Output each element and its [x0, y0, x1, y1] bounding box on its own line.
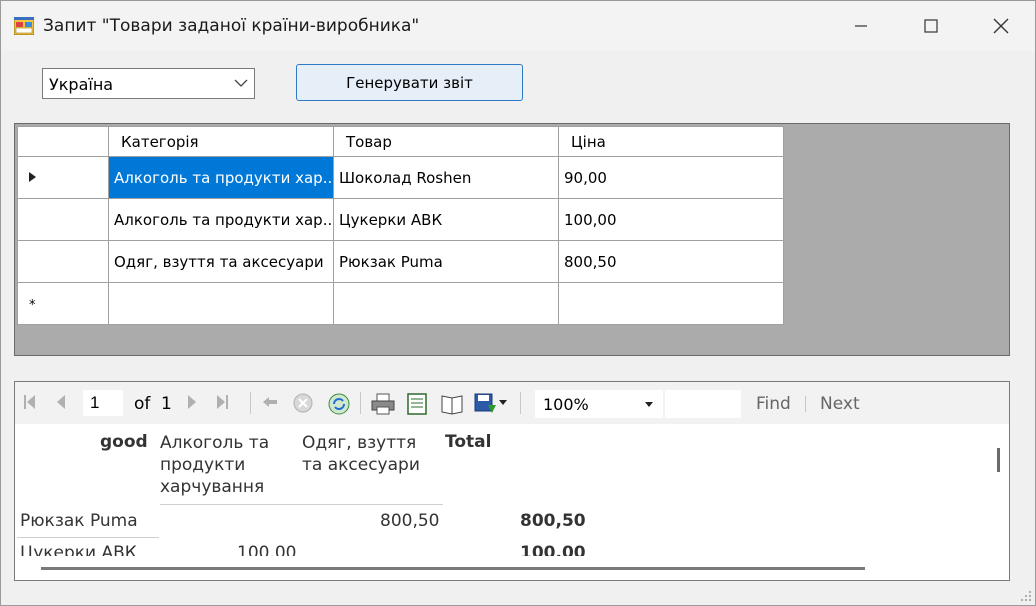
- first-page-icon[interactable]: [23, 393, 37, 411]
- next-page-icon[interactable]: [186, 393, 198, 411]
- print-layout-icon[interactable]: [406, 393, 428, 415]
- row-header[interactable]: [17, 240, 109, 283]
- cell-price[interactable]: 90,00: [558, 156, 784, 199]
- previous-page-icon[interactable]: [55, 393, 67, 411]
- report-viewer[interactable]: 1 of 1 100% Find Next good Алкоголь та п…: [14, 381, 1010, 581]
- matrix-row-label: Рюкзак Puma: [20, 511, 138, 531]
- country-combobox[interactable]: Україна: [42, 68, 255, 99]
- maximize-icon: [924, 19, 938, 33]
- table-row[interactable]: Одяг, взуття та аксесуари Рюкзак Puma 80…: [17, 240, 784, 283]
- matrix-row-total: 800,50: [520, 511, 586, 531]
- matrix-corner-label: good: [100, 432, 148, 452]
- cell-product[interactable]: Цукерки АВК: [333, 198, 559, 241]
- row-header-new[interactable]: *: [17, 282, 109, 325]
- report-toolbar: 1 of 1 100% Find Next: [15, 382, 1009, 424]
- minimize-button[interactable]: [826, 1, 896, 51]
- datagrid-corner-header[interactable]: [17, 126, 109, 157]
- toolbar-separator: [250, 392, 251, 414]
- export-save-icon[interactable]: [474, 393, 498, 415]
- datagrid-table: Категорія Товар Ціна Алкоголь та продукт…: [17, 126, 784, 325]
- cell-category[interactable]: Алкоголь та продукти хар...: [108, 198, 334, 241]
- matrix-column-header: Одяг, взуття та аксесуари: [302, 433, 420, 475]
- chevron-down-icon: [234, 79, 248, 87]
- export-dropdown-chevron-icon[interactable]: [499, 400, 507, 406]
- zoom-select[interactable]: 100%: [535, 390, 663, 418]
- cell-product[interactable]: Шоколад Roshen: [333, 156, 559, 199]
- matrix-column-header: Алкоголь та продукти харчування: [160, 433, 270, 497]
- products-datagrid[interactable]: Категорія Товар Ціна Алкоголь та продукт…: [14, 123, 1010, 356]
- chevron-down-icon: [645, 402, 653, 407]
- cell-category[interactable]: Алкоголь та продукти хар...: [108, 156, 334, 199]
- page-setup-icon[interactable]: [440, 393, 464, 415]
- table-row[interactable]: Алкоголь та продукти хар... Цукерки АВК …: [17, 198, 784, 241]
- new-row[interactable]: *: [17, 282, 784, 325]
- print-icon[interactable]: [371, 393, 395, 415]
- matrix-row-label: Цукерки АВК: [20, 543, 137, 556]
- toolbar-separator: [805, 396, 806, 412]
- current-row-arrow-icon: [29, 171, 36, 182]
- column-header-category[interactable]: Категорія: [108, 126, 334, 157]
- main-window: Запит "Товари заданої країни-виробника" …: [0, 0, 1036, 606]
- column-header-product[interactable]: Товар: [333, 126, 559, 157]
- cell-category[interactable]: Одяг, взуття та аксесуари: [108, 240, 334, 283]
- zoom-value: 100%: [543, 395, 589, 414]
- datagrid-header-row: Категорія Товар Ціна: [17, 126, 784, 157]
- new-row-marker: *: [29, 297, 36, 313]
- matrix-cell: 100,00: [237, 543, 297, 556]
- matrix-cell: 800,50: [380, 511, 440, 531]
- row-header-current[interactable]: [17, 156, 109, 199]
- cell-price[interactable]: 100,00: [558, 198, 784, 241]
- table-row[interactable]: Алкоголь та продукти хар... Шоколад Rosh…: [17, 156, 784, 199]
- cell-price[interactable]: 800,50: [558, 240, 784, 283]
- find-text-input[interactable]: [665, 390, 741, 418]
- page-total: 1: [161, 394, 172, 414]
- vertical-scrollbar-thumb[interactable]: [997, 448, 1000, 472]
- page-of-label: of: [134, 394, 151, 414]
- cell-product-new[interactable]: [333, 282, 559, 325]
- matrix-total-header: Total: [445, 432, 492, 452]
- row-header[interactable]: [17, 198, 109, 241]
- matrix-row-total: 100,00: [520, 543, 586, 556]
- refresh-icon[interactable]: [328, 393, 350, 415]
- back-icon[interactable]: [261, 393, 279, 411]
- find-link[interactable]: Find: [756, 394, 791, 414]
- column-header-price[interactable]: Ціна: [558, 126, 784, 157]
- close-button[interactable]: [966, 1, 1036, 51]
- title-bar[interactable]: Запит "Товари заданої країни-виробника": [1, 1, 1035, 51]
- report-content[interactable]: good Алкоголь та продукти харчування Одя…: [15, 424, 985, 556]
- toolbar-separator: [520, 392, 521, 414]
- generate-report-button[interactable]: Генерувати звіт: [296, 64, 523, 101]
- horizontal-scrollbar-thumb[interactable]: [41, 567, 865, 570]
- next-link[interactable]: Next: [820, 394, 860, 414]
- stop-icon[interactable]: [293, 393, 313, 413]
- maximize-button[interactable]: [896, 1, 966, 51]
- matrix-divider: [17, 537, 159, 538]
- country-combobox-value: Україна: [49, 75, 114, 94]
- window-title: Запит "Товари заданої країни-виробника": [43, 16, 420, 36]
- toolbar-separator: [360, 392, 361, 414]
- cell-category-new[interactable]: [108, 282, 334, 325]
- minimize-icon: [855, 25, 867, 27]
- last-page-icon[interactable]: [215, 393, 229, 411]
- resize-grip-icon[interactable]: [1020, 590, 1032, 602]
- cell-price-new[interactable]: [558, 282, 784, 325]
- windows-form-icon: [14, 17, 34, 35]
- page-number-input[interactable]: 1: [83, 390, 123, 416]
- close-icon: [993, 18, 1009, 34]
- cell-product[interactable]: Рюкзак Puma: [333, 240, 559, 283]
- matrix-divider: [160, 504, 443, 505]
